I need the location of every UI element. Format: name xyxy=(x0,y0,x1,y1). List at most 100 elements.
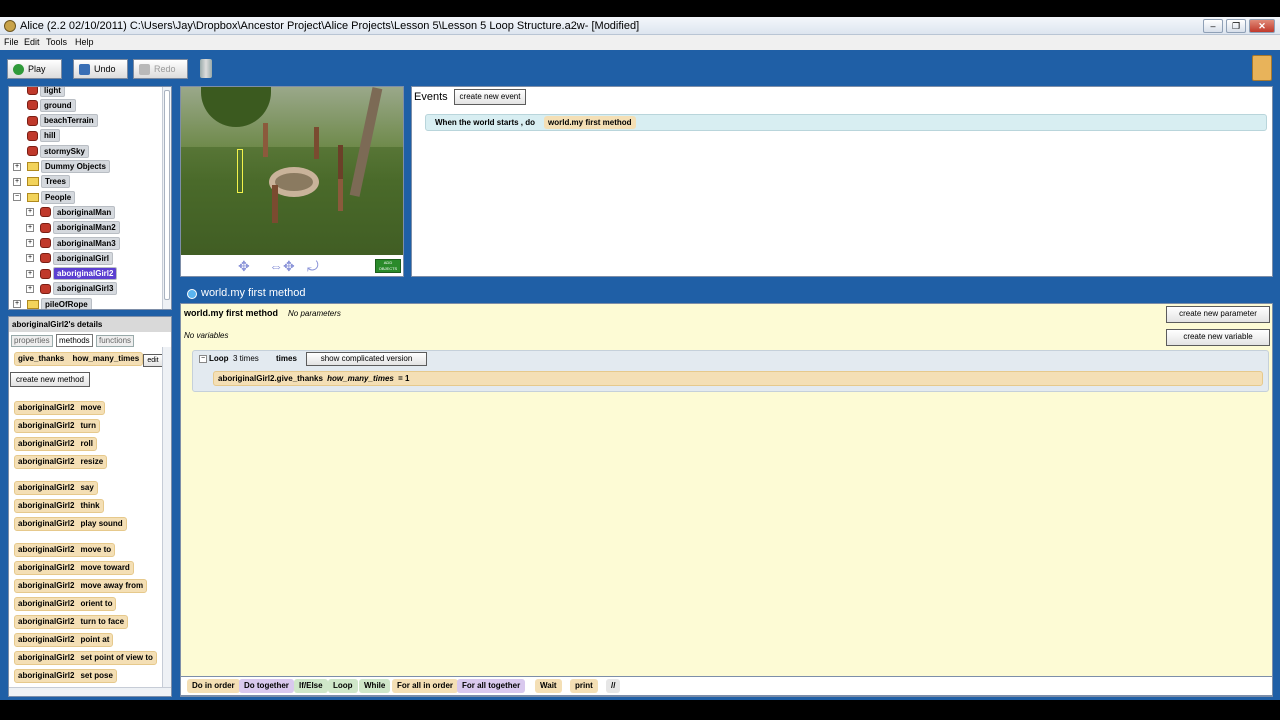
play-button[interactable]: Play xyxy=(7,59,62,79)
method-object: aboriginalGirl2 xyxy=(18,599,75,608)
tree-item[interactable]: − People xyxy=(13,190,76,204)
control-tile[interactable]: While xyxy=(359,679,391,693)
event-method-tile[interactable]: world.my first method xyxy=(544,116,636,129)
method-object: aboriginalGirl2 xyxy=(18,483,75,492)
method-tile[interactable]: aboriginalGirl2 move to xyxy=(14,543,116,557)
control-tile[interactable]: print xyxy=(570,679,598,693)
object-icon xyxy=(27,146,38,157)
control-tile[interactable]: // xyxy=(606,679,621,693)
method-tile[interactable]: aboriginalGirl2 set point of view to xyxy=(14,651,157,665)
method-object: aboriginalGirl2 xyxy=(18,501,75,510)
world-start-event[interactable]: When the world starts , do world.my firs… xyxy=(425,114,1267,131)
control-tile[interactable]: Loop xyxy=(328,679,358,693)
give-thanks-statement[interactable]: aboriginalGirl2.give_thanks how_many_tim… xyxy=(213,371,1263,386)
clipboard-icon[interactable] xyxy=(1252,55,1272,81)
edit-method-button[interactable]: edit xyxy=(143,354,163,367)
method-tile[interactable]: aboriginalGirl2 orient to xyxy=(14,597,117,611)
editor-body: world.my first method No parameters No v… xyxy=(180,303,1273,697)
tab-functions[interactable]: functions xyxy=(96,335,135,347)
method-tile[interactable]: aboriginalGirl2 point at xyxy=(14,633,114,647)
method-tile[interactable]: aboriginalGirl2 turn xyxy=(14,419,101,433)
method-tile[interactable]: aboriginalGirl2 say xyxy=(14,481,98,495)
create-new-variable-button[interactable]: create new variable xyxy=(1166,329,1270,346)
maximize-icon[interactable]: ❐ xyxy=(1226,19,1246,33)
scene-view[interactable]: ✥ ⇔✥ ⤾ ADD OBJECTS xyxy=(180,86,404,277)
menu-tools[interactable]: Tools xyxy=(46,37,67,47)
tree-item[interactable]: + aboriginalMan3 xyxy=(26,236,120,250)
expand-toggle-icon[interactable]: + xyxy=(26,254,34,263)
statement-value[interactable]: = 1 xyxy=(398,374,409,383)
redo-button[interactable]: Redo xyxy=(133,59,188,79)
menu-help[interactable]: Help xyxy=(75,37,94,47)
person-figure xyxy=(338,145,343,179)
tree-item[interactable]: + aboriginalGirl xyxy=(26,251,114,265)
collapse-loop-icon[interactable]: − xyxy=(199,355,207,363)
undo-button[interactable]: Undo xyxy=(73,59,128,79)
custom-method-tile[interactable]: give_thanks how_many_times xyxy=(14,352,144,366)
create-new-event-button[interactable]: create new event xyxy=(454,89,526,105)
tree-item[interactable]: + aboriginalMan xyxy=(26,205,116,219)
camera-pan-icon[interactable]: ⇔✥ xyxy=(269,259,305,273)
method-tile[interactable]: aboriginalGirl2 set pose xyxy=(14,669,117,683)
expand-toggle-icon[interactable]: + xyxy=(26,208,34,217)
tree-item[interactable]: light xyxy=(27,87,65,97)
expand-toggle-icon[interactable]: − xyxy=(13,193,21,202)
tree-item[interactable]: + aboriginalGirl2 xyxy=(26,267,118,281)
tree-item[interactable]: + aboriginalMan2 xyxy=(26,221,120,235)
editor-tab[interactable]: world.my first method xyxy=(183,285,314,302)
control-tile[interactable]: For all together xyxy=(457,679,526,693)
menu-edit[interactable]: Edit xyxy=(24,37,40,47)
create-new-parameter-button[interactable]: create new parameter xyxy=(1166,306,1270,323)
expand-toggle-icon[interactable]: + xyxy=(13,162,21,171)
person-figure xyxy=(314,127,319,159)
add-objects-button[interactable]: ADD OBJECTS xyxy=(375,259,401,273)
object-icon xyxy=(40,283,51,294)
method-editor: world.my first method world.my first met… xyxy=(180,285,1273,697)
expand-toggle-icon[interactable]: + xyxy=(26,239,34,247)
tree-item[interactable]: + aboriginalGirl3 xyxy=(26,282,118,296)
create-new-method-button[interactable]: create new method xyxy=(10,372,90,387)
control-tile[interactable]: Wait xyxy=(535,679,562,693)
tree-item[interactable]: + Dummy Objects xyxy=(13,160,110,174)
details-hscrollbar[interactable] xyxy=(9,687,171,696)
expand-toggle-icon[interactable]: + xyxy=(26,284,34,293)
method-tile[interactable]: aboriginalGirl2 move xyxy=(14,401,106,415)
expand-toggle-icon[interactable]: + xyxy=(13,300,21,309)
expand-toggle-icon[interactable]: + xyxy=(13,177,21,186)
tree-scrollbar[interactable] xyxy=(162,87,171,309)
method-tile[interactable]: aboriginalGirl2 roll xyxy=(14,437,97,451)
camera-tilt-icon[interactable]: ⤾ xyxy=(307,259,319,273)
tab-methods[interactable]: methods xyxy=(56,334,93,347)
tree-item[interactable]: stormySky xyxy=(27,144,89,158)
method-tile[interactable]: aboriginalGirl2 move away from xyxy=(14,579,148,593)
method-tile[interactable]: aboriginalGirl2 resize xyxy=(14,455,108,469)
show-complicated-version-button[interactable]: show complicated version xyxy=(306,352,427,366)
trash-icon[interactable] xyxy=(200,59,212,78)
control-tile[interactable]: For all in order xyxy=(392,679,459,693)
control-tile[interactable]: If/Else xyxy=(294,679,328,693)
method-name: set point of view to xyxy=(80,653,153,662)
control-tile[interactable]: Do in order xyxy=(187,679,240,693)
method-tile[interactable]: aboriginalGirl2 move toward xyxy=(14,561,134,575)
control-tile[interactable]: Do together xyxy=(239,679,294,693)
tree-item[interactable]: + Trees xyxy=(13,175,70,189)
method-tile[interactable]: aboriginalGirl2 turn to face xyxy=(14,615,129,629)
tree-scroll-thumb[interactable] xyxy=(164,90,170,300)
method-tile[interactable]: aboriginalGirl2 play sound xyxy=(14,517,127,531)
loop-block[interactable]: − Loop 3 times times show complicated ve… xyxy=(192,350,1269,392)
loop-count-dropdown[interactable]: 3 times xyxy=(233,354,259,363)
tree-item[interactable]: beachTerrain xyxy=(27,114,98,128)
tree-item-label: pileOfRope xyxy=(41,297,92,309)
camera-move-icon[interactable]: ✥ xyxy=(238,259,262,273)
expand-toggle-icon[interactable]: + xyxy=(26,269,34,278)
details-scrollbar[interactable] xyxy=(162,347,171,687)
close-icon[interactable]: ✕ xyxy=(1249,19,1275,33)
expand-toggle-icon[interactable]: + xyxy=(26,223,34,232)
tree-item[interactable]: hill xyxy=(27,129,60,143)
menu-file[interactable]: File xyxy=(4,37,19,47)
minimize-icon[interactable]: – xyxy=(1203,19,1223,33)
tree-item[interactable]: ground xyxy=(27,98,76,112)
method-tile[interactable]: aboriginalGirl2 think xyxy=(14,499,104,513)
tab-properties[interactable]: properties xyxy=(11,335,53,347)
tree-item[interactable]: + pileOfRope xyxy=(13,297,92,309)
